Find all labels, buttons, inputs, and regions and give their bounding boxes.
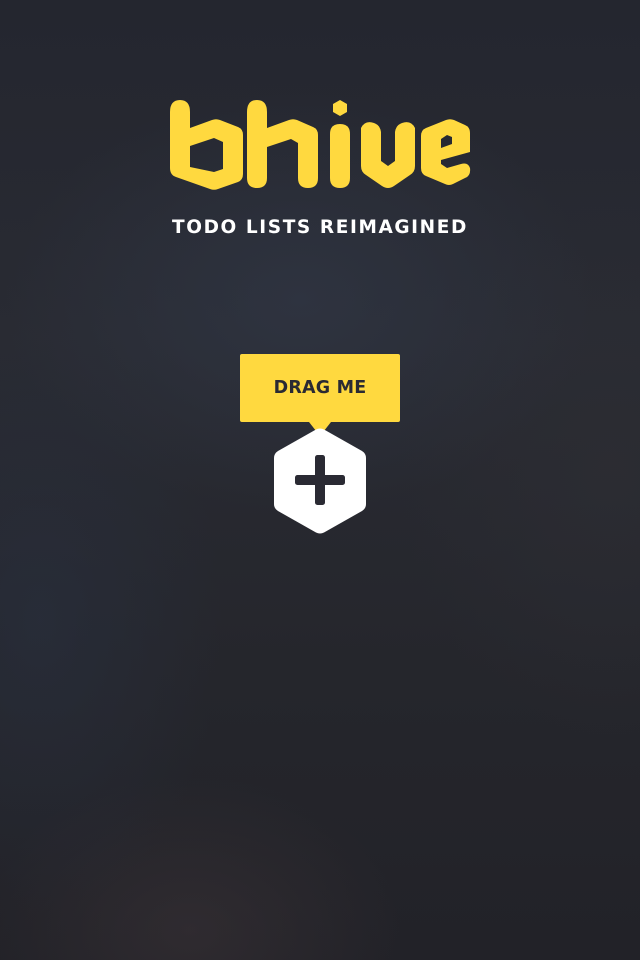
drag-hint-tooltip: DRAG ME <box>240 354 400 436</box>
tagline: TODO LISTS REIMAGINED <box>172 217 468 238</box>
add-list-button[interactable] <box>270 427 370 535</box>
bhive-logo <box>160 92 480 196</box>
drag-hint-label: DRAG ME <box>273 378 367 398</box>
